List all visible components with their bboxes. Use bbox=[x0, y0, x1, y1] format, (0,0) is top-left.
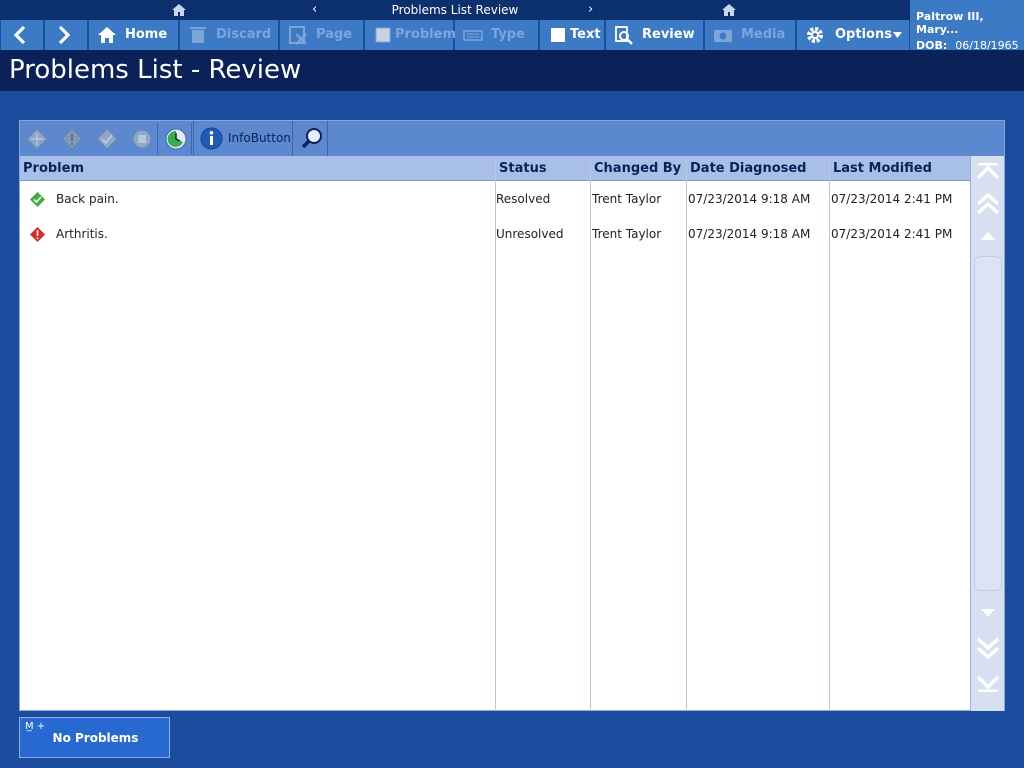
caret-down-icon bbox=[893, 32, 902, 38]
cell-problem: Back pain. bbox=[56, 192, 119, 206]
history-button[interactable] bbox=[160, 123, 192, 154]
patient-banner[interactable]: Paltrow III, Mary... DOB: 06/18/1965 bbox=[910, 0, 1024, 52]
magnifier-icon bbox=[301, 128, 322, 149]
type-label: Type bbox=[491, 27, 525, 42]
discard-label: Discard bbox=[216, 27, 272, 42]
arrow-down-icon bbox=[981, 609, 995, 617]
scroll-bottom-button[interactable] bbox=[971, 671, 1005, 695]
discard-button[interactable]: Discard bbox=[180, 20, 278, 50]
cell-last-modified: 07/23/2014 2:41 PM bbox=[831, 192, 953, 206]
home-icon bbox=[98, 27, 116, 43]
home-label: Home bbox=[125, 27, 168, 42]
no-problems-label: No Problems bbox=[52, 731, 139, 745]
info-button[interactable]: InfoButton bbox=[193, 121, 293, 156]
review-search-icon bbox=[615, 26, 633, 45]
table-row[interactable]: Arthritis. Unresolved Trent Taylor 07/23… bbox=[20, 217, 970, 252]
options-button[interactable]: Options bbox=[797, 20, 909, 50]
type-button[interactable]: Type bbox=[455, 20, 538, 50]
header-strip: ‹ Problems List Review › bbox=[0, 0, 910, 20]
page-down-button[interactable] bbox=[971, 636, 1005, 660]
gear-icon bbox=[807, 27, 823, 43]
double-chevron-down-icon bbox=[977, 637, 999, 659]
table-row[interactable]: Back pain. Resolved Trent Taylor 07/23/2… bbox=[20, 182, 970, 217]
double-chevron-up-icon bbox=[977, 193, 999, 215]
scroll-up-button[interactable] bbox=[971, 224, 1005, 248]
forward-button[interactable] bbox=[45, 20, 87, 50]
media-label: Media bbox=[741, 27, 786, 42]
prev-page-icon[interactable]: ‹ bbox=[312, 1, 317, 19]
scroll-thumb[interactable] bbox=[974, 256, 1002, 591]
problem-label: Problem bbox=[395, 27, 456, 42]
main-toolbar: Home Discard Page Problem Type Text Revi… bbox=[0, 20, 910, 50]
next-page-icon[interactable]: › bbox=[588, 1, 593, 19]
problem-button[interactable]: Problem bbox=[365, 20, 456, 50]
text-button[interactable]: Text bbox=[540, 20, 604, 50]
page-title: Problems List - Review bbox=[0, 50, 1024, 91]
vertical-scrollbar[interactable] bbox=[970, 156, 1004, 711]
history-clock-icon bbox=[165, 128, 186, 149]
unresolved-alert-icon bbox=[30, 227, 45, 242]
check-diamond-icon bbox=[96, 127, 118, 150]
review-label: Review bbox=[642, 27, 695, 42]
chevron-left-icon bbox=[13, 25, 26, 45]
trash-icon bbox=[190, 27, 206, 43]
cell-last-modified: 07/23/2014 2:41 PM bbox=[831, 227, 953, 241]
scroll-top-button[interactable] bbox=[971, 160, 1005, 184]
diamond-action-button[interactable] bbox=[21, 123, 53, 154]
exclamation-action-button[interactable] bbox=[56, 123, 88, 154]
col-status[interactable]: Status bbox=[496, 156, 591, 181]
cell-date-diagnosed: 07/23/2014 9:18 AM bbox=[688, 192, 811, 206]
page-up-button[interactable] bbox=[971, 192, 1005, 216]
options-label: Options bbox=[835, 27, 892, 42]
header-page-title: Problems List Review bbox=[391, 3, 519, 17]
keyboard-icon bbox=[463, 30, 483, 41]
search-button[interactable] bbox=[294, 121, 328, 156]
media-button[interactable]: Media bbox=[705, 20, 795, 50]
page-label: Page bbox=[316, 27, 353, 42]
cell-changed-by: Trent Taylor bbox=[592, 227, 662, 241]
problem-checkbox-icon bbox=[375, 27, 391, 43]
chevron-right-icon bbox=[58, 25, 71, 45]
col-last-modified[interactable]: Last Modified bbox=[830, 156, 970, 181]
scroll-to-top-icon bbox=[977, 163, 999, 180]
diamond-add-icon bbox=[26, 127, 48, 150]
text-label: Text bbox=[570, 27, 601, 42]
patient-name: Paltrow III, Mary... bbox=[916, 10, 984, 36]
stop-circle-icon bbox=[132, 129, 151, 148]
problem-actions-toolbar: InfoButton bbox=[20, 121, 1004, 156]
arrow-up-icon bbox=[981, 232, 995, 240]
info-button-label: InfoButton bbox=[228, 131, 291, 145]
home-small-icon[interactable] bbox=[721, 2, 737, 18]
camera-icon bbox=[714, 30, 732, 42]
page-button[interactable]: Page bbox=[280, 20, 363, 50]
cell-changed-by: Trent Taylor bbox=[592, 192, 662, 206]
text-checkbox-icon bbox=[551, 28, 565, 42]
page-delete-icon bbox=[289, 26, 307, 45]
back-button[interactable] bbox=[1, 20, 43, 50]
check-action-button[interactable] bbox=[91, 123, 123, 154]
review-button[interactable]: Review bbox=[606, 20, 703, 50]
cell-problem: Arthritis. bbox=[56, 227, 108, 241]
cell-status: Unresolved bbox=[496, 227, 564, 241]
exclamation-diamond-icon bbox=[61, 127, 83, 150]
problems-panel: InfoButton Problem Status Changed By Dat… bbox=[19, 120, 1005, 711]
cell-date-diagnosed: 07/23/2014 9:18 AM bbox=[688, 227, 811, 241]
col-date-diagnosed[interactable]: Date Diagnosed bbox=[687, 156, 830, 181]
info-icon bbox=[200, 127, 223, 150]
home-button[interactable]: Home bbox=[89, 20, 178, 50]
col-problem[interactable]: Problem bbox=[20, 156, 496, 181]
stop-action-button[interactable] bbox=[126, 123, 158, 154]
resolved-check-icon bbox=[30, 192, 45, 207]
cell-status: Resolved bbox=[496, 192, 551, 206]
home-small-icon[interactable] bbox=[171, 2, 187, 18]
scroll-down-button[interactable] bbox=[971, 601, 1005, 625]
col-changed-by[interactable]: Changed By bbox=[591, 156, 687, 181]
no-problems-button[interactable]: M̲ + No Problems bbox=[19, 717, 170, 758]
scroll-to-bottom-icon bbox=[977, 675, 999, 692]
